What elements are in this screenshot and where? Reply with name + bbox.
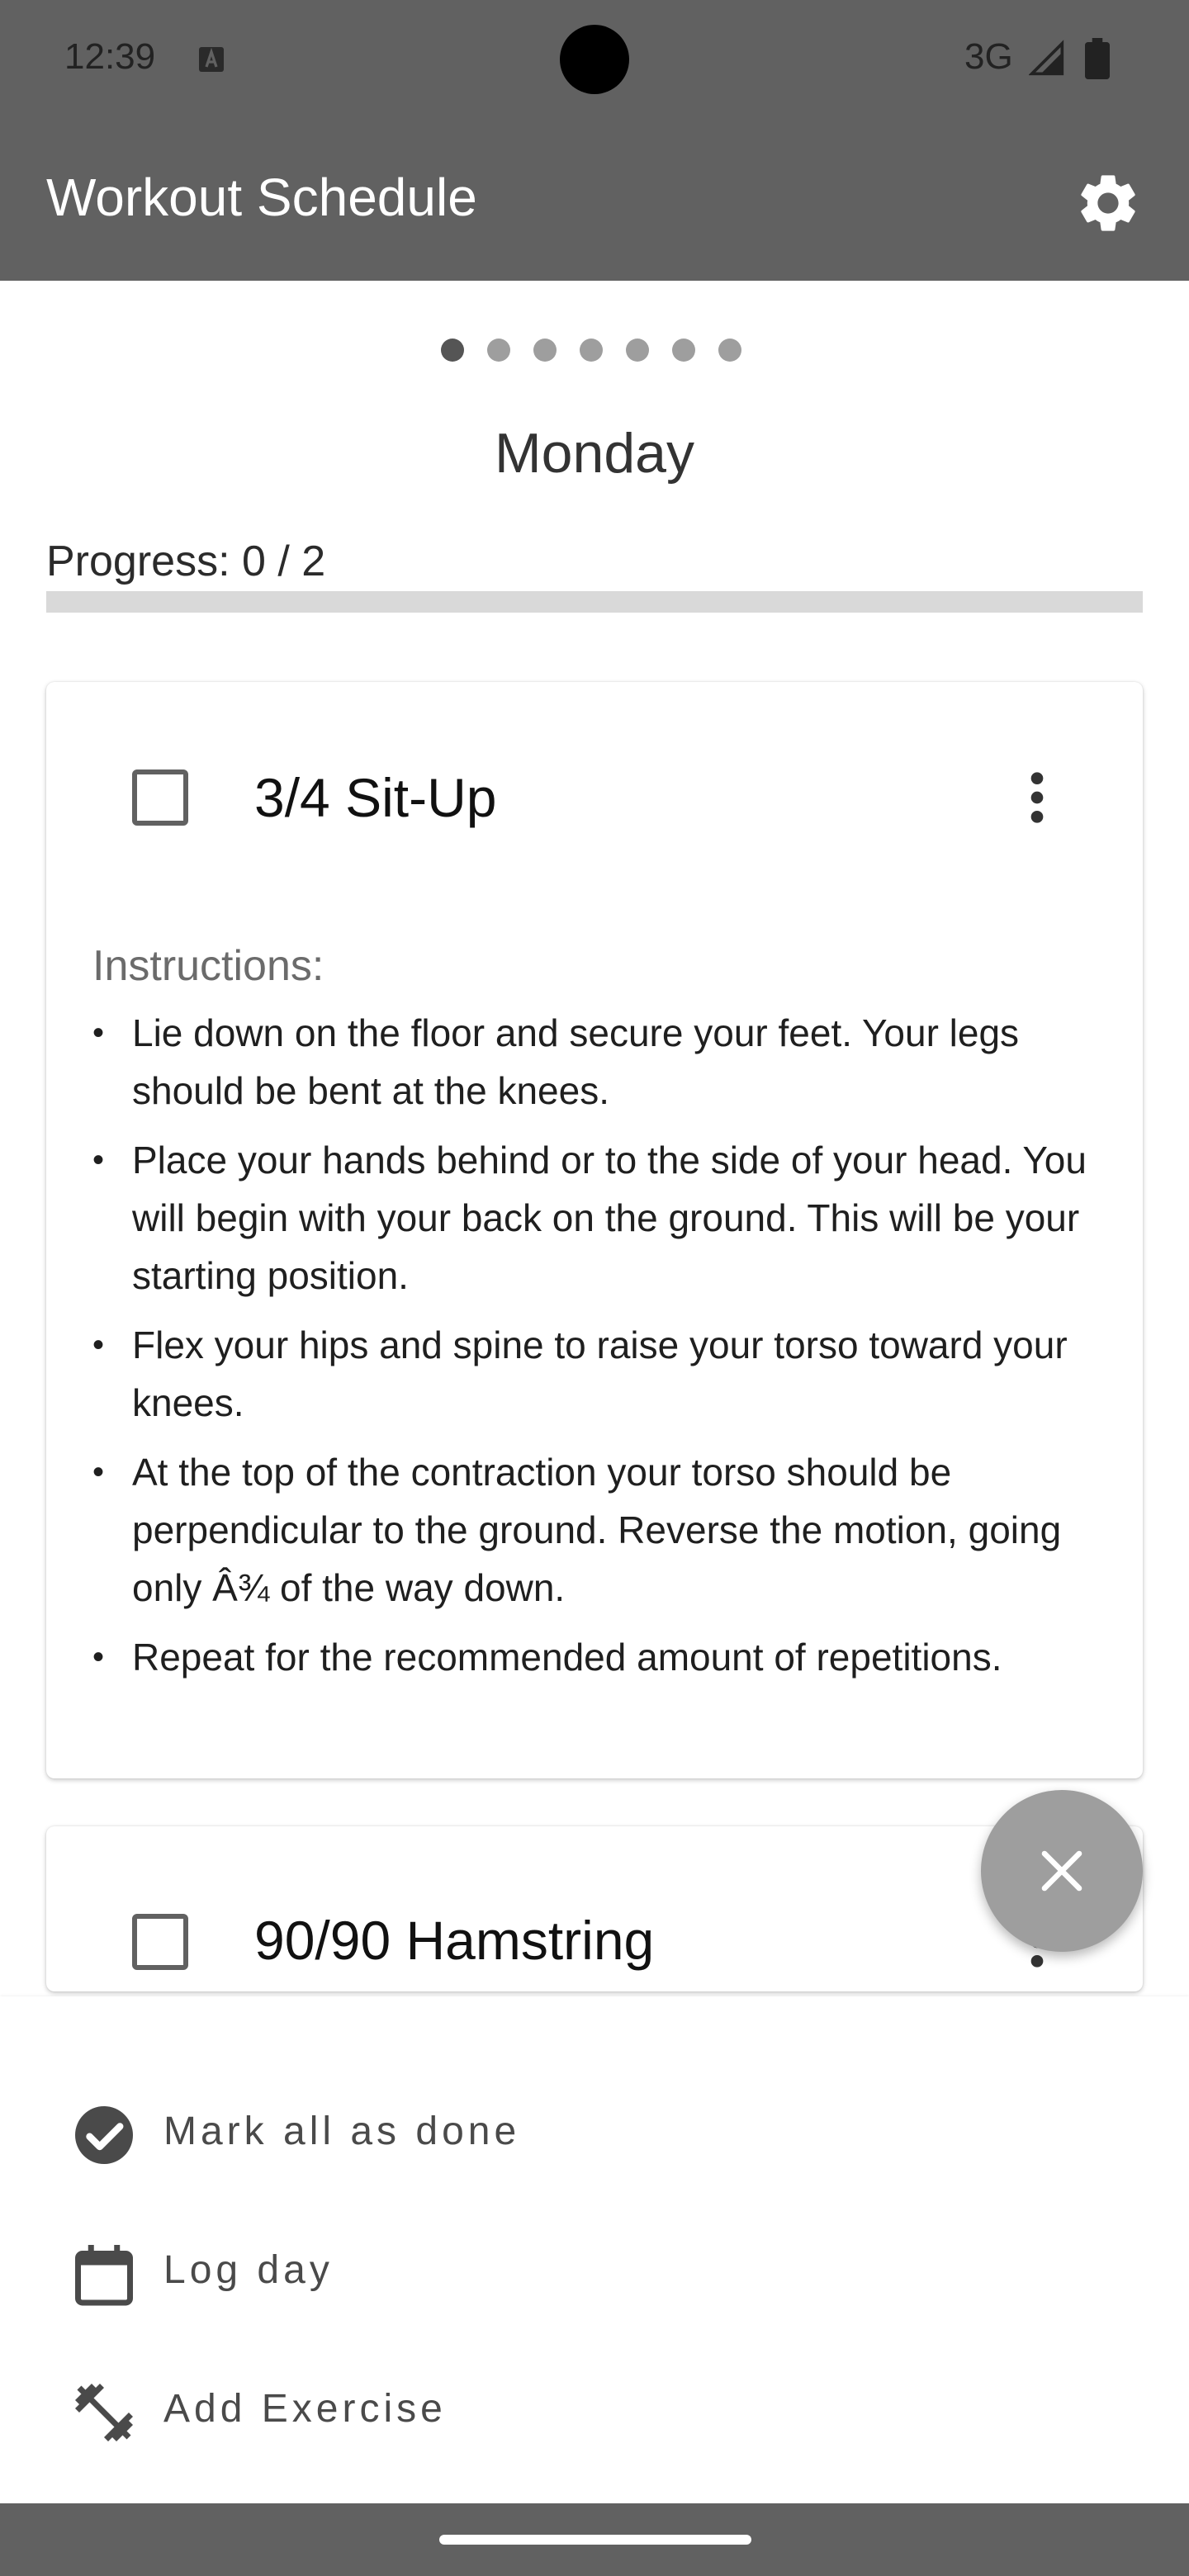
add-exercise-button[interactable]: Add Exercise xyxy=(0,2356,1189,2455)
mark-all-done-button[interactable]: Mark all as done xyxy=(0,2079,1189,2178)
dumbbell-icon xyxy=(75,2384,133,2441)
close-fab[interactable] xyxy=(981,1790,1143,1952)
pager-dot[interactable] xyxy=(533,339,557,362)
instruction-list: • Lie down on the floor and secure your … xyxy=(92,1004,1125,1698)
progress-bar xyxy=(46,591,1143,613)
instruction-text: Lie down on the floor and secure your fe… xyxy=(132,1011,1020,1112)
instruction-item: • Place your hands behind or to the side… xyxy=(92,1131,1125,1305)
instruction-text: At the top of the contraction your torso… xyxy=(132,1451,1062,1609)
exercise-checkbox[interactable] xyxy=(132,769,188,826)
status-time: 12:39 xyxy=(64,36,156,77)
instruction-text: Repeat for the recommended amount of rep… xyxy=(132,1636,1002,1679)
instruction-item: • At the top of the contraction your tor… xyxy=(92,1443,1125,1617)
exercise-card[interactable]: 3/4 Sit-Up Instructions: • Lie down on t… xyxy=(46,682,1143,1778)
exercise-name: 90/90 Hamstring xyxy=(254,1910,655,1971)
navigation-bar xyxy=(0,2503,1189,2576)
gear-icon[interactable] xyxy=(1073,168,1143,238)
pager-dot[interactable] xyxy=(718,339,741,362)
app-title: Workout Schedule xyxy=(46,168,477,227)
instruction-item: • Lie down on the floor and secure your … xyxy=(92,1004,1125,1120)
instruction-text: Flex your hips and spine to raise your t… xyxy=(132,1324,1068,1424)
signal-icon xyxy=(1029,40,1064,76)
day-pager-dots[interactable] xyxy=(441,339,755,363)
bullet: • xyxy=(92,1454,105,1490)
exercise-checkbox[interactable] xyxy=(132,1914,188,1970)
pager-dot[interactable] xyxy=(580,339,603,362)
bullet: • xyxy=(92,1142,105,1178)
log-day-button[interactable]: Log day xyxy=(0,2218,1189,2317)
more-vert-icon[interactable] xyxy=(1004,765,1070,831)
progress-label: Progress: 0 / 2 xyxy=(46,537,326,585)
bullet: • xyxy=(92,1015,105,1051)
pager-dot[interactable] xyxy=(672,339,695,362)
home-indicator[interactable] xyxy=(439,2535,751,2545)
instruction-item: • Flex your hips and spine to raise your… xyxy=(92,1316,1125,1432)
battery-icon xyxy=(1085,38,1110,79)
menu-label: Log day xyxy=(163,2248,334,2292)
exercise-card[interactable]: 90/90 Hamstring xyxy=(46,1826,1143,1991)
instruction-text: Place your hands behind or to the side o… xyxy=(132,1139,1087,1297)
bottom-action-menu: Mark all as done Log day Add Exercise xyxy=(0,1996,1189,2503)
calendar-icon xyxy=(75,2245,133,2306)
pager-dot[interactable] xyxy=(441,339,464,362)
exercise-name: 3/4 Sit-Up xyxy=(254,767,497,828)
bullet: • xyxy=(92,1327,105,1363)
camera-cutout xyxy=(560,25,629,94)
bullet: • xyxy=(92,1639,105,1675)
menu-label: Mark all as done xyxy=(163,2110,521,2153)
check-circle-icon xyxy=(75,2106,133,2164)
close-icon xyxy=(1041,1850,1082,1892)
day-title: Monday xyxy=(495,422,694,485)
instructions-label: Instructions: xyxy=(92,942,324,990)
status-bar: 12:39 3G xyxy=(0,0,1189,116)
instruction-item: • Repeat for the recommended amount of r… xyxy=(92,1628,1125,1686)
pager-dot[interactable] xyxy=(487,339,510,362)
menu-label: Add Exercise xyxy=(163,2387,447,2431)
pager-dot[interactable] xyxy=(626,339,649,362)
a-icon xyxy=(199,47,224,72)
app-bar: Workout Schedule xyxy=(0,116,1189,281)
network-type: 3G xyxy=(964,36,1013,77)
